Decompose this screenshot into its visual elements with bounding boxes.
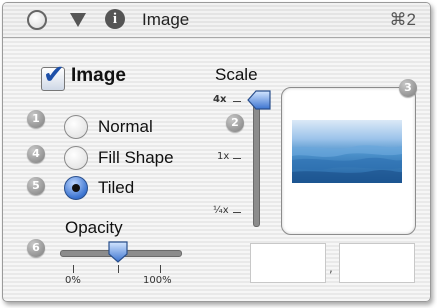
- opacity-tick: [73, 265, 74, 273]
- callout-badge: 6: [27, 239, 45, 257]
- water-preview-image: [292, 120, 402, 183]
- radio-fill-shape[interactable]: [64, 146, 88, 170]
- scale-tick-label: 4x: [213, 94, 227, 105]
- radio-fill-shape-label: Fill Shape: [98, 148, 174, 167]
- radio-tiled[interactable]: [64, 176, 88, 200]
- scale-tick: [233, 158, 241, 159]
- opacity-tick: [160, 265, 161, 273]
- scale-tick: [233, 212, 241, 213]
- opacity-label: Opacity: [65, 218, 123, 237]
- radio-normal[interactable]: [64, 115, 88, 139]
- scale-tick-label: ¼x: [213, 205, 229, 216]
- scale-slider-track[interactable]: [253, 95, 260, 227]
- scale-tick: [233, 101, 241, 102]
- callout-badge: 5: [27, 177, 45, 195]
- opacity-max-label: 100%: [143, 275, 172, 286]
- opacity-tick: [118, 265, 119, 273]
- image-inspector-window: i Image ⌘2 ✔ Image 1 Normal 4 Fill Shape…: [2, 2, 431, 302]
- collapse-triangle-icon[interactable]: [70, 13, 86, 27]
- image-preview-well[interactable]: [281, 87, 416, 235]
- field-separator: ,: [329, 261, 333, 275]
- keyboard-shortcut: ⌘2: [389, 10, 416, 29]
- callout-badge: 4: [27, 145, 45, 163]
- radio-selected-dot: [72, 184, 80, 192]
- offset-y-field[interactable]: [339, 243, 415, 283]
- close-button[interactable]: [27, 10, 47, 30]
- callout-badge: 1: [27, 110, 45, 128]
- callout-badge: 2: [226, 114, 244, 132]
- checkmark-icon: ✔: [43, 60, 65, 90]
- info-icon[interactable]: i: [105, 9, 125, 29]
- radio-tiled-label: Tiled: [98, 178, 135, 197]
- callout-badge: 3: [399, 79, 417, 97]
- scale-slider-thumb[interactable]: [246, 89, 272, 111]
- scale-tick-label: 1x: [217, 151, 230, 162]
- title-bar[interactable]: i Image ⌘2: [3, 3, 430, 38]
- radio-normal-label: Normal: [98, 117, 153, 136]
- opacity-slider-thumb[interactable]: [107, 240, 129, 264]
- opacity-min-label: 0%: [65, 275, 81, 286]
- offset-x-field[interactable]: [250, 243, 326, 283]
- scale-label: Scale: [215, 65, 258, 84]
- window-title: Image: [142, 10, 190, 29]
- image-checkbox[interactable]: ✔: [41, 62, 65, 91]
- image-checkbox-label: Image: [71, 65, 126, 86]
